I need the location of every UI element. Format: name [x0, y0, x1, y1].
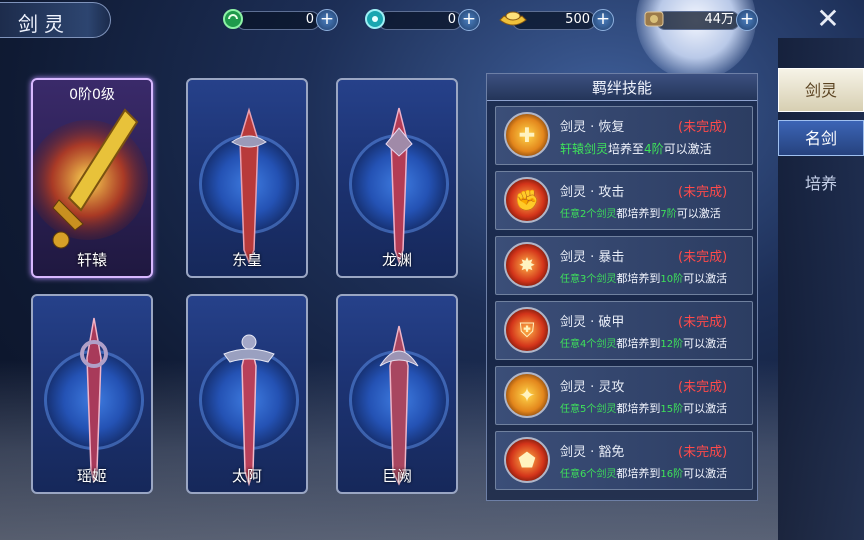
- add-gold-ingot-button[interactable]: +: [592, 9, 614, 31]
- card-name: 太阿: [231, 467, 262, 485]
- skill-name: 剑灵 · 豁免: [560, 445, 625, 460]
- skill-status: (未完成): [678, 445, 728, 460]
- skill-name: 剑灵 · 破甲: [560, 315, 625, 330]
- skill-status: (未完成): [678, 380, 728, 395]
- bond-skill-item[interactable]: ✊ 剑灵 · 攻击 (未完成) 任意2个剑灵都培养到7阶可以激活: [495, 171, 753, 230]
- bond-skill-item[interactable]: ⛨ 剑灵 · 破甲 (未完成) 任意4个剑灵都培养到12阶可以激活: [495, 301, 753, 360]
- card-name: 龙渊: [381, 251, 412, 269]
- resource-value: 0: [305, 12, 314, 27]
- attack-skill-icon: ✊: [504, 177, 550, 223]
- resource-value: 500: [565, 12, 590, 27]
- page-title: 剑灵: [18, 12, 70, 36]
- add-coins-button[interactable]: +: [736, 9, 758, 31]
- bond-skill-item[interactable]: ✚ 剑灵 · 恢复 (未完成) 轩辕剑灵培养至4阶可以激活: [495, 106, 753, 165]
- tab-cultivate[interactable]: 培养: [778, 166, 864, 202]
- add-teal-orb-button[interactable]: +: [458, 9, 480, 31]
- resource-value: 0: [447, 12, 456, 27]
- card-rank: 0阶0级: [69, 87, 115, 103]
- skill-desc: 任意5个剑灵都培养到15阶可以激活: [560, 402, 728, 415]
- resource-teal-orb: 0 +: [364, 8, 480, 31]
- sword-card-juque[interactable]: 巨阙: [336, 294, 458, 494]
- card-name: 东皇: [231, 251, 262, 269]
- card-name: 瑶姬: [76, 467, 107, 485]
- top-bar: 剑灵 0 + 0 + 500 + 44万 + ✕: [0, 0, 864, 38]
- skill-status: (未完成): [678, 315, 728, 330]
- skill-status: (未完成): [678, 250, 728, 265]
- sword-card-xuanyuan[interactable]: 0阶0级 轩辕: [31, 78, 153, 278]
- skill-name: 剑灵 · 暴击: [560, 250, 625, 265]
- bond-skills-panel: 羁绊技能 ✚ 剑灵 · 恢复 (未完成) 轩辕剑灵培养至4阶可以激活 ✊ 剑灵 …: [486, 73, 758, 501]
- card-name: 巨阙: [381, 467, 412, 485]
- resource-coins: 44万 +: [642, 8, 758, 31]
- resource-value: 44万: [704, 12, 734, 27]
- bond-skill-item[interactable]: ⬟ 剑灵 · 豁免 (未完成) 任意6个剑灵都培养到16阶可以激活: [495, 431, 753, 490]
- card-name: 轩辕: [76, 251, 107, 269]
- skill-desc: 轩辕剑灵培养至4阶可以激活: [560, 142, 712, 156]
- skill-status: (未完成): [678, 120, 728, 135]
- bond-skill-item[interactable]: ✦ 剑灵 · 灵攻 (未完成) 任意5个剑灵都培养到15阶可以激活: [495, 366, 753, 425]
- skill-name: 剑灵 · 灵攻: [560, 380, 625, 395]
- sword-card-donghuang[interactable]: 东皇: [186, 78, 308, 278]
- title-plate: 剑灵: [0, 2, 111, 38]
- tab-famous-sword[interactable]: 名剑: [778, 120, 864, 156]
- close-icon: ✕: [816, 2, 840, 35]
- close-button[interactable]: ✕: [810, 4, 846, 34]
- resource-gold-ingot: 500 +: [498, 8, 614, 31]
- skill-desc: 任意3个剑灵都培养到10阶可以激活: [560, 272, 728, 285]
- bond-skill-item[interactable]: ✸ 剑灵 · 暴击 (未完成) 任意3个剑灵都培养到10阶可以激活: [495, 236, 753, 295]
- spirit-attack-skill-icon: ✦: [504, 372, 550, 418]
- tab-sword-spirit[interactable]: 剑灵: [778, 68, 864, 112]
- skill-desc: 任意2个剑灵都培养到7阶可以激活: [560, 207, 721, 220]
- skill-desc: 任意6个剑灵都培养到16阶可以激活: [560, 467, 728, 480]
- sword-card-taia[interactable]: 太阿: [186, 294, 308, 494]
- bond-panel-title: 羁绊技能: [591, 79, 652, 97]
- heal-skill-icon: ✚: [504, 112, 550, 158]
- add-green-orb-button[interactable]: +: [316, 9, 338, 31]
- skill-status: (未完成): [678, 185, 728, 200]
- skill-name: 剑灵 · 恢复: [560, 120, 625, 135]
- crit-skill-icon: ✸: [504, 242, 550, 288]
- sword-card-longyuan[interactable]: 龙渊: [336, 78, 458, 278]
- skill-name: 剑灵 · 攻击: [560, 185, 625, 200]
- sword-card-yaoji[interactable]: 瑶姬: [31, 294, 153, 494]
- side-tab-bar: 剑灵 名剑 培养: [778, 38, 864, 540]
- resource-green-orb: 0 +: [222, 8, 338, 31]
- immunity-shield-icon: ⬟: [504, 437, 550, 483]
- skill-desc: 任意4个剑灵都培养到12阶可以激活: [560, 337, 728, 350]
- bond-panel-header: 羁绊技能: [487, 74, 757, 101]
- armor-break-skill-icon: ⛨: [504, 307, 550, 353]
